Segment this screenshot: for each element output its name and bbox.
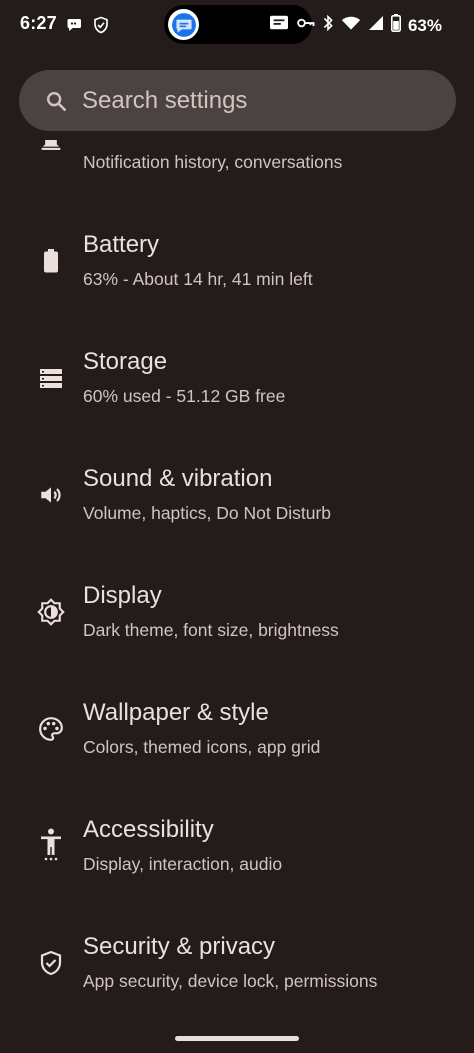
storage-icon <box>37 364 65 392</box>
list-item-display[interactable]: Display Dark theme, font size, brightnes… <box>0 577 474 693</box>
list-item-subtitle: Notification history, conversations <box>83 152 343 172</box>
list-item-battery[interactable]: Battery 63% - About 14 hr, 41 min left <box>0 226 474 342</box>
list-item-subtitle: Colors, themed icons, app grid <box>83 737 321 757</box>
list-item-subtitle: Dark theme, font size, brightness <box>83 620 339 640</box>
list-item-subtitle: 60% used - 51.12 GB free <box>83 386 286 406</box>
battery-icon <box>37 247 65 275</box>
security-shield-icon <box>37 949 65 977</box>
palette-icon <box>37 715 65 743</box>
status-bar: 6:27 63% <box>0 0 474 52</box>
vpn-key-icon <box>297 16 315 35</box>
cellular-signal-icon <box>368 15 384 36</box>
list-item-accessibility[interactable]: Accessibility Display, interaction, audi… <box>0 811 474 927</box>
wifi-icon <box>341 15 361 36</box>
list-item-title: Battery <box>83 231 160 258</box>
accessibility-icon <box>37 828 65 862</box>
chat-bubble-icon <box>66 16 84 39</box>
list-item-title: Accessibility <box>83 816 214 843</box>
notifications-icon <box>37 140 65 156</box>
search-bar[interactable]: Search settings <box>19 70 456 131</box>
search-icon <box>44 89 68 113</box>
battery-percent: 63% <box>407 15 442 35</box>
search-input[interactable]: Search settings <box>82 87 247 115</box>
list-item-wallpaper-style[interactable]: Wallpaper & style Colors, themed icons, … <box>0 694 474 810</box>
list-item-title: Display <box>83 582 162 609</box>
list-item-subtitle: Display, interaction, audio <box>83 854 283 874</box>
cast-icon <box>268 14 290 37</box>
list-item-subtitle: App security, device lock, permissions <box>83 971 378 991</box>
status-right-icons: 63% <box>268 14 442 37</box>
status-left-icons <box>66 15 110 40</box>
list-item-title: Sound & vibration <box>83 465 273 492</box>
list-item-title: Wallpaper & style <box>83 699 269 726</box>
messages-app-icon[interactable] <box>168 9 199 40</box>
list-item-sound-vibration[interactable]: Sound & vibration Volume, haptics, Do No… <box>0 460 474 576</box>
status-time: 6:27 <box>20 13 57 33</box>
brightness-icon <box>37 598 65 626</box>
list-item-notifications[interactable]: Notification history, conversations <box>0 135 474 195</box>
list-item-subtitle: Volume, haptics, Do Not Disturb <box>83 503 332 523</box>
list-item-security-privacy[interactable]: Security & privacy App security, device … <box>0 928 474 1044</box>
battery-icon <box>390 14 401 37</box>
list-item-subtitle: 63% - About 14 hr, 41 min left <box>83 269 313 289</box>
list-item-title: Storage <box>83 348 168 375</box>
bluetooth-icon <box>322 14 334 37</box>
shield-check-icon <box>92 15 110 40</box>
list-item-title: Security & privacy <box>83 933 276 960</box>
list-item-storage[interactable]: Storage 60% used - 51.12 GB free <box>0 343 474 459</box>
volume-icon <box>37 481 65 509</box>
home-gesture-indicator[interactable] <box>175 1036 299 1041</box>
